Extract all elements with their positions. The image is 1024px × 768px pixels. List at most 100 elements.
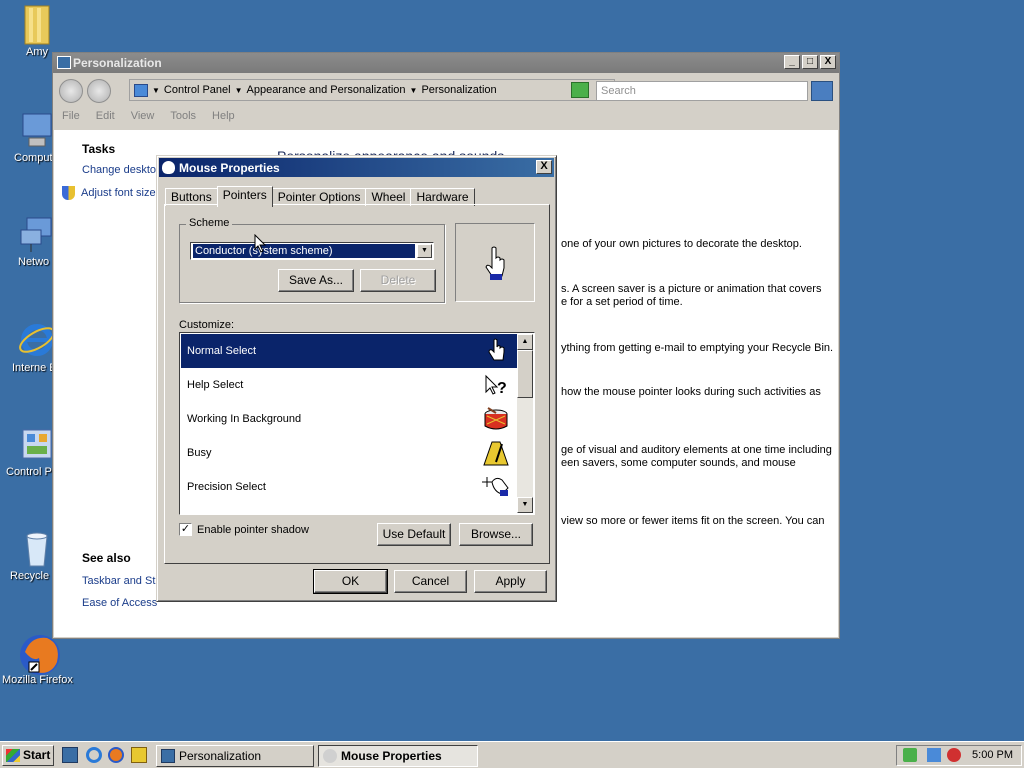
enable-pointer-shadow-checkbox[interactable]: ✓ Enable pointer shadow [179, 523, 309, 536]
desktop-icon-label: Mozilla Firefox [2, 674, 73, 686]
tab-pointers[interactable]: Pointers [216, 186, 273, 207]
back-button[interactable] [59, 79, 83, 103]
pointers-tab-panel: Scheme Conductor (system scheme) ▼ Save … [164, 204, 550, 564]
chevron-right-icon[interactable]: ▼ [410, 86, 418, 95]
list-item-help-select[interactable]: Help Select ? [181, 368, 518, 402]
dialog-titlebar[interactable]: Mouse Properties X [159, 158, 554, 177]
enable-pointer-shadow-label: Enable pointer shadow [197, 523, 309, 536]
pointer-list[interactable]: Normal Select Help Select ? Working In B… [179, 332, 535, 515]
menu-view[interactable]: View [131, 110, 155, 128]
dialog-close-button[interactable]: X [536, 160, 552, 174]
checkmark-icon[interactable]: ✓ [179, 523, 192, 536]
control-panel-icon [17, 424, 57, 464]
security-icon[interactable] [903, 748, 917, 762]
list-item-normal-select[interactable]: Normal Select [181, 334, 518, 368]
breadcrumb-item[interactable]: Control Panel [164, 84, 231, 96]
desktop-icon-user-folder[interactable]: Amy [2, 4, 72, 58]
internet-explorer-icon[interactable] [86, 747, 102, 763]
maximize-button[interactable]: □ [802, 55, 818, 69]
task-link-label: Adjust font size [81, 186, 156, 199]
chevron-right-icon[interactable]: ▼ [235, 86, 243, 95]
network-icon [17, 214, 57, 254]
windows-flag-icon [6, 749, 20, 762]
taskbar-button-personalization[interactable]: Personalization [156, 745, 314, 767]
metronome-icon [483, 441, 509, 466]
list-item-busy[interactable]: Busy [181, 436, 518, 470]
see-also-pane: See also Taskbar and St Ease of Access [82, 551, 157, 619]
svg-text:?: ? [497, 380, 507, 397]
show-desktop-icon[interactable] [62, 747, 78, 763]
sounds-description: ything from getting e-mail to emptying y… [561, 342, 834, 354]
control-panel-icon [134, 83, 148, 97]
customize-label: Customize: [179, 319, 235, 331]
media-player-icon[interactable] [131, 747, 147, 763]
internet-explorer-icon [17, 320, 57, 360]
firefox-icon [17, 632, 60, 675]
tasks-heading: Tasks [82, 142, 116, 156]
browse-button[interactable]: Browse... [459, 523, 533, 546]
menu-tools[interactable]: Tools [170, 110, 196, 128]
network-icon[interactable] [927, 748, 941, 762]
volume-muted-icon[interactable] [947, 748, 961, 762]
minimize-button[interactable]: _ [784, 55, 800, 69]
taskbar-button-label: Mouse Properties [341, 749, 442, 763]
list-item-precision-select[interactable]: Precision Select [181, 470, 518, 504]
task-link-change-desktop[interactable]: Change deskto [82, 164, 156, 176]
start-button[interactable]: Start [2, 745, 54, 766]
window-icon [57, 56, 71, 69]
computer-icon [17, 110, 57, 150]
drum-icon [484, 407, 508, 430]
personalization-titlebar[interactable]: Personalization _ □ X [53, 53, 839, 73]
recycle-bin-icon [17, 528, 57, 568]
search-icon[interactable] [811, 81, 833, 101]
breadcrumb-item[interactable]: Appearance and Personalization [247, 84, 406, 96]
see-also-ease-of-access-link[interactable]: Ease of Access [82, 597, 157, 609]
menu-file[interactable]: File [62, 110, 80, 128]
task-link-adjust-font[interactable]: Adjust font size [62, 186, 156, 200]
use-default-button[interactable]: Use Default [377, 523, 451, 546]
menu-bar: File Edit View Tools Help [53, 110, 839, 128]
screen-saver-description-2: e for a set period of time. [561, 296, 683, 308]
scheme-label: Scheme [186, 217, 233, 229]
pointer-preview [455, 223, 535, 302]
theme-description-2: een savers, some computer sounds, and mo… [561, 457, 796, 469]
mouse-icon [323, 749, 337, 763]
taskbar: Start Personalization Mouse Properties 5… [0, 741, 1024, 768]
desktop-icon-firefox[interactable]: Mozilla Firefox [2, 632, 73, 686]
screen-saver-description: s. A screen saver is a picture or animat… [561, 283, 822, 295]
address-field[interactable]: ▼ Control Panel ▼ Appearance and Persona… [129, 79, 615, 101]
window-icon [161, 749, 175, 763]
clock[interactable]: 5:00 PM [972, 749, 1013, 761]
menu-edit[interactable]: Edit [96, 110, 115, 128]
ok-button[interactable]: OK [313, 569, 388, 594]
refresh-button[interactable] [571, 82, 589, 98]
cancel-button[interactable]: Cancel [394, 570, 467, 593]
close-button[interactable]: X [820, 55, 836, 69]
forward-button[interactable] [87, 79, 111, 103]
see-also-heading: See also [82, 551, 131, 565]
mouse-properties-dialog: Mouse Properties X Buttons Pointers Poin… [156, 155, 557, 602]
pointer-name: Normal Select [187, 345, 257, 357]
pointer-list-scrollbar[interactable]: ▲ ▼ [517, 334, 533, 513]
hand-pointer-icon [488, 338, 505, 361]
menu-help[interactable]: Help [212, 110, 235, 128]
scroll-down-icon[interactable]: ▼ [517, 497, 533, 513]
scrollbar-thumb[interactable] [517, 350, 533, 398]
save-as-button[interactable]: Save As... [278, 269, 354, 292]
firefox-icon[interactable] [108, 747, 124, 763]
apply-button[interactable]: Apply [474, 570, 547, 593]
scheme-dropdown[interactable]: Conductor (system scheme) ▼ [190, 242, 434, 260]
desktop-background-description: one of your own pictures to decorate the… [561, 238, 802, 250]
taskbar-button-mouse-properties[interactable]: Mouse Properties [318, 745, 478, 767]
tab-strip: Buttons Pointers Pointer Options Wheel H… [165, 185, 475, 207]
breadcrumb-item[interactable]: Personalization [421, 84, 496, 96]
scroll-up-icon[interactable]: ▲ [517, 334, 533, 350]
help-pointer-icon: ? [485, 374, 507, 397]
list-item-working-in-background[interactable]: Working In Background [181, 402, 518, 436]
see-also-taskbar-link[interactable]: Taskbar and St [82, 575, 157, 587]
delete-button[interactable]: Delete [360, 269, 436, 292]
tasks-pane: Tasks Change deskto Adjust font size [62, 142, 156, 210]
chevron-down-icon[interactable]: ▼ [417, 244, 432, 258]
scheme-group: Scheme Conductor (system scheme) ▼ Save … [179, 217, 445, 303]
search-input[interactable]: Search [596, 81, 808, 101]
